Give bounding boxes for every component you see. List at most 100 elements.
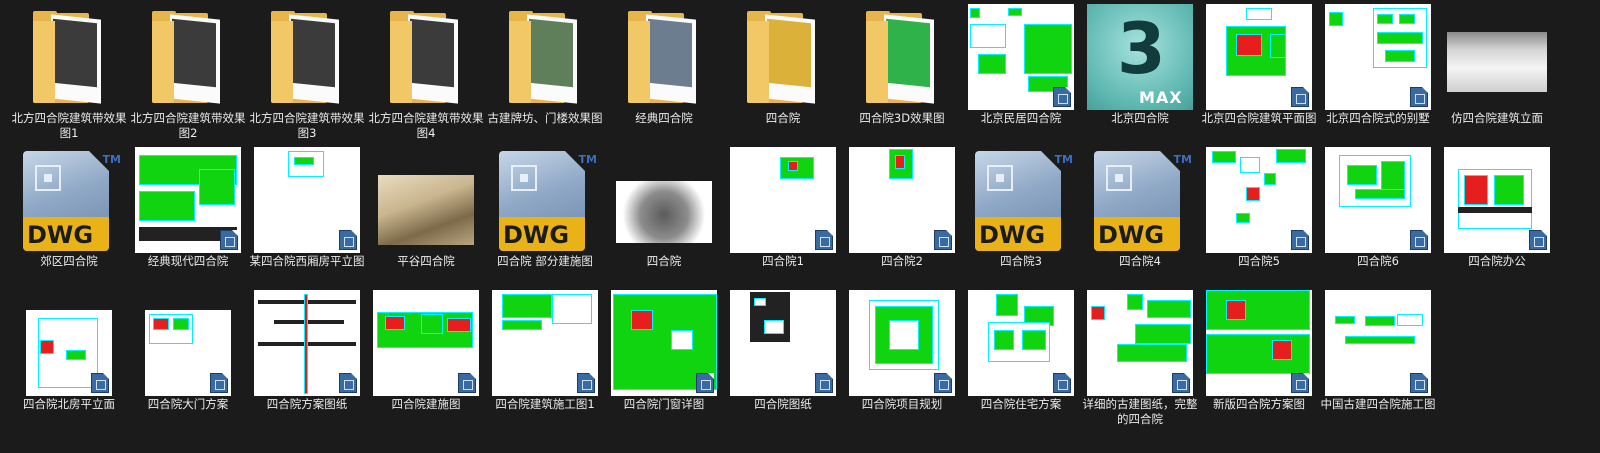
file-type-badge-icon — [1291, 230, 1309, 250]
folder-front — [866, 21, 888, 103]
dwg-logo-dot — [520, 174, 528, 182]
drawing-thumbnail — [1325, 4, 1431, 110]
file-item[interactable]: 北方四合院建筑带效果图3 — [248, 0, 366, 140]
file-thumbnail — [1444, 4, 1550, 110]
folder-preview — [410, 18, 454, 88]
file-item[interactable]: 北方四合院建筑带效果图2 — [129, 0, 247, 140]
file-item[interactable]: 四合院办公 — [1438, 143, 1556, 283]
file-item[interactable]: 四合院大门方案 — [129, 286, 247, 426]
file-thumbnail — [1444, 147, 1550, 253]
file-item[interactable]: 北京四合院建筑平面图 — [1200, 0, 1318, 140]
file-name: 某四合院西厢房平立图 — [249, 254, 365, 268]
file-type-badge-icon — [210, 373, 228, 393]
drawing-thumbnail — [730, 290, 836, 396]
file-item[interactable]: 四合院 — [605, 143, 723, 283]
file-name: 四合院1 — [762, 254, 804, 268]
drawing-block — [1236, 213, 1250, 223]
drawing-thumbnail — [254, 147, 360, 253]
folder-preview — [886, 18, 930, 88]
dwg-logo-dot — [1115, 174, 1123, 182]
folder-preview — [172, 18, 216, 88]
file-name: 北京四合院式的别墅 — [1326, 111, 1430, 125]
file-type-badge-icon — [220, 230, 238, 250]
file-item[interactable]: 四合院2 — [843, 143, 961, 283]
file-item[interactable]: 详细的古建图纸，完整的四合院 — [1081, 286, 1199, 426]
file-item[interactable]: 四合院项目规划 — [843, 286, 961, 426]
file-item[interactable]: 四合院 — [724, 0, 842, 140]
file-type-badge-icon — [91, 373, 109, 393]
file-name: 四合院图纸 — [754, 397, 812, 411]
file-thumbnail — [968, 290, 1074, 396]
drawing-block — [552, 294, 592, 324]
file-type-badge-icon — [1529, 230, 1547, 250]
file-item[interactable]: 四合院建施图 — [367, 286, 485, 426]
drawing-thumbnail — [1206, 4, 1312, 110]
folder-icon — [628, 11, 700, 104]
drawing-thumbnail — [1325, 147, 1431, 253]
file-item[interactable]: TM DWG 四合院 部分建施图 — [486, 143, 604, 283]
file-thumbnail — [373, 147, 479, 253]
drawing-block — [1008, 8, 1022, 16]
drawing-block — [421, 314, 443, 334]
file-item[interactable]: 四合院住宅方案 — [962, 286, 1080, 426]
file-item[interactable]: TM DWG 四合院4 — [1081, 143, 1199, 283]
drawing-thumbnail — [611, 290, 717, 396]
file-thumbnail — [968, 4, 1074, 110]
file-item[interactable]: 北方四合院建筑带效果图1 — [10, 0, 128, 140]
file-item[interactable]: 经典现代四合院 — [129, 143, 247, 283]
file-name: 四合院 部分建施图 — [497, 254, 593, 268]
drawing-block — [1246, 187, 1260, 201]
drawing-block — [996, 294, 1018, 316]
file-item[interactable]: 新版四合院方案图 — [1200, 286, 1318, 426]
file-name: 北方四合院建筑带效果图3 — [249, 111, 365, 140]
file-item[interactable]: 四合院门窗详图 — [605, 286, 723, 426]
drawing-block — [631, 310, 653, 330]
file-item[interactable]: 四合院3D效果图 — [843, 0, 961, 140]
file-item[interactable]: 古建牌坊、门楼效果图 — [486, 0, 604, 140]
drawing-thumbnail — [135, 147, 241, 253]
dwg-text: DWG — [1098, 221, 1165, 249]
file-thumbnail — [16, 290, 122, 396]
drawing-block — [1246, 8, 1272, 20]
drawing-block — [139, 191, 195, 221]
file-item[interactable]: 中国古建四合院施工图 — [1319, 286, 1437, 426]
file-item[interactable]: 四合院北房平立面 — [10, 286, 128, 426]
file-thumbnail: TM DWG — [16, 147, 122, 253]
drawing-block — [889, 320, 919, 350]
file-item[interactable]: TM DWG 郊区四合院 — [10, 143, 128, 283]
file-name: 仿四合院建筑立面 — [1451, 111, 1543, 125]
folder-preview — [53, 18, 97, 88]
file-name: 四合院办公 — [1468, 254, 1526, 268]
file-item[interactable]: 四合院图纸 — [724, 286, 842, 426]
dwg-text: DWG — [503, 221, 570, 249]
file-item[interactable]: TM DWG 四合院3 — [962, 143, 1080, 283]
file-item[interactable]: 北京民居四合院 — [962, 0, 1080, 140]
folder-preview — [529, 18, 573, 88]
folder-icon — [866, 11, 938, 104]
drawing-block — [970, 24, 1006, 48]
file-item[interactable]: 四合院6 — [1319, 143, 1437, 283]
file-type-badge-icon — [339, 373, 357, 393]
file-item[interactable]: 四合院1 — [724, 143, 842, 283]
file-item[interactable]: 北京四合院式的别墅 — [1319, 0, 1437, 140]
drawing-block — [1464, 175, 1488, 205]
file-item[interactable]: 经典四合院 — [605, 0, 723, 140]
file-type-badge-icon — [696, 373, 714, 393]
drawing-block — [1135, 324, 1191, 344]
file-item[interactable]: 四合院方案图纸 — [248, 286, 366, 426]
drawing-thumbnail — [730, 147, 836, 253]
file-item[interactable]: 四合院建筑施工图1 — [486, 286, 604, 426]
file-item[interactable]: 四合院5 — [1200, 143, 1318, 283]
file-item[interactable]: 平谷四合院 — [367, 143, 485, 283]
drawing-block — [1365, 316, 1395, 326]
file-item[interactable]: 北方四合院建筑带效果图4 — [367, 0, 485, 140]
file-type-badge-icon — [1291, 87, 1309, 107]
drawing-thumbnail — [1444, 147, 1550, 253]
file-item[interactable]: 某四合院西厢房平立图 — [248, 143, 366, 283]
file-thumbnail: TM DWG — [1087, 147, 1193, 253]
file-item[interactable]: 3 MAX 北京四合院 — [1081, 0, 1199, 140]
folder-preview — [291, 18, 335, 88]
file-thumbnail — [16, 4, 122, 110]
file-type-badge-icon — [1053, 87, 1071, 107]
file-item[interactable]: 仿四合院建筑立面 — [1438, 0, 1556, 140]
